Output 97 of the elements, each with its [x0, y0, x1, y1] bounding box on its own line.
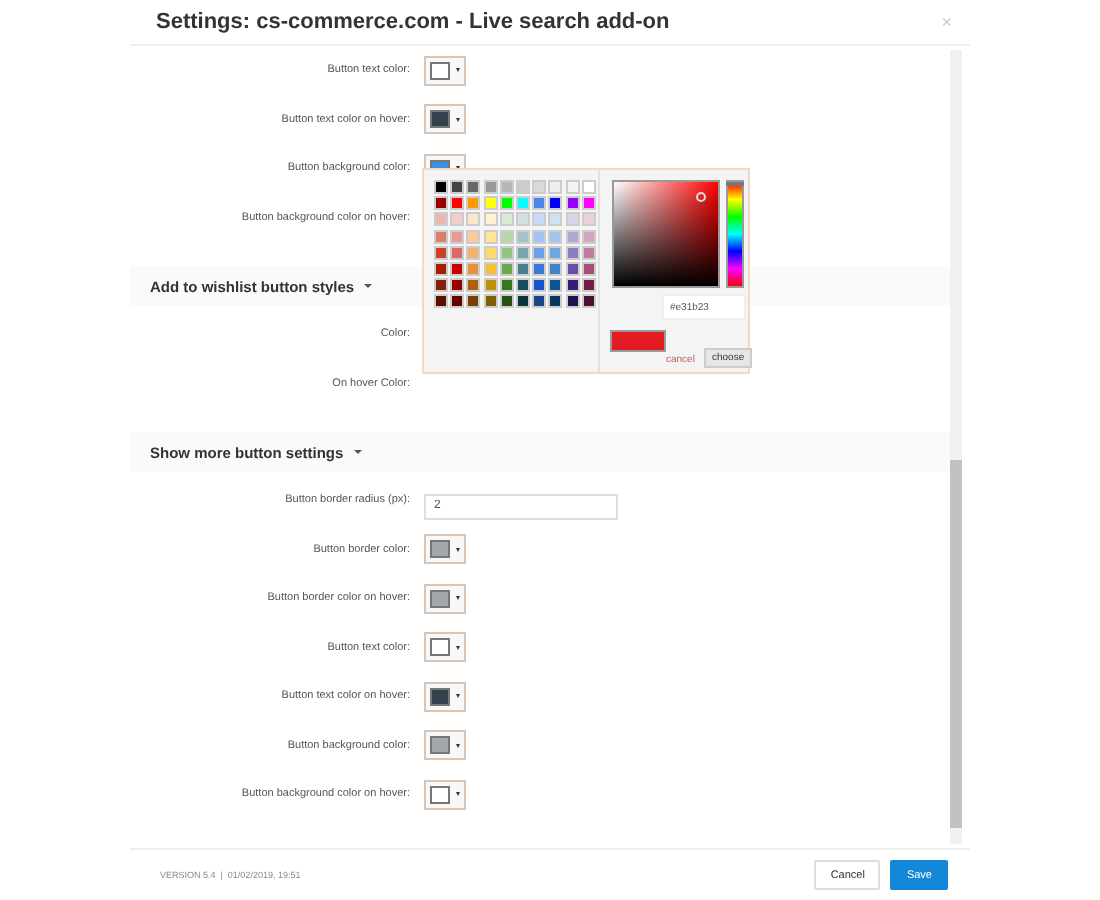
palette-swatch[interactable] [499, 229, 514, 244]
scrollbar[interactable] [950, 50, 962, 844]
palette-swatch[interactable] [434, 294, 448, 309]
palette-swatch[interactable] [581, 196, 596, 211]
palette-swatch[interactable] [565, 196, 579, 211]
palette-swatch[interactable] [515, 196, 530, 211]
palette-swatch[interactable] [434, 278, 448, 293]
palette-swatch[interactable] [466, 294, 481, 309]
hue-handle[interactable] [726, 182, 744, 186]
palette-swatch[interactable] [499, 180, 514, 194]
palette-swatch[interactable] [548, 229, 563, 244]
palette-swatch[interactable] [499, 278, 514, 293]
palette-swatch[interactable] [515, 245, 530, 260]
picker-handle[interactable] [696, 192, 706, 202]
palette-swatch[interactable] [515, 229, 530, 244]
palette-swatch[interactable] [581, 294, 596, 309]
palette-swatch[interactable] [466, 180, 481, 194]
palette-swatch[interactable] [548, 180, 563, 194]
window-title: Settings: cs-commerce.com - Live search add-on [156, 10, 670, 34]
palette-swatch[interactable] [499, 245, 514, 260]
palette-swatch[interactable] [499, 196, 514, 211]
palette-swatch[interactable] [499, 294, 514, 309]
palette-swatch[interactable] [515, 278, 530, 293]
color-picker-button[interactable] [424, 55, 466, 86]
palette-swatch[interactable] [565, 229, 579, 244]
palette-swatch[interactable] [565, 245, 579, 260]
palette-swatch[interactable] [565, 278, 579, 293]
color-picker-button[interactable] [424, 730, 466, 761]
palette-swatch[interactable] [450, 261, 465, 276]
palette-swatch[interactable] [434, 229, 448, 244]
palette-swatch[interactable] [515, 212, 530, 227]
color-picker-button[interactable] [424, 779, 466, 810]
palette-swatch[interactable] [434, 261, 448, 276]
color-picker-button[interactable] [424, 104, 466, 135]
palette-swatch[interactable] [532, 196, 547, 211]
palette-swatch[interactable] [548, 294, 563, 309]
palette-swatch[interactable] [532, 180, 547, 194]
palette-swatch[interactable] [565, 261, 579, 276]
palette-swatch[interactable] [450, 278, 465, 293]
palette-swatch[interactable] [548, 278, 563, 293]
palette-swatch[interactable] [581, 229, 596, 244]
palette-swatch[interactable] [450, 245, 465, 260]
palette-swatch[interactable] [450, 229, 465, 244]
palette-swatch[interactable] [548, 196, 563, 211]
palette-swatch[interactable] [581, 212, 596, 227]
palette-swatch[interactable] [581, 245, 596, 260]
palette-swatch[interactable] [532, 278, 547, 293]
palette-swatch[interactable] [581, 261, 596, 276]
color-picker-button[interactable] [424, 681, 466, 712]
palette-swatch[interactable] [466, 229, 481, 244]
saturation-area[interactable] [612, 180, 720, 288]
palette-swatch[interactable] [434, 180, 448, 194]
color-picker-button[interactable] [424, 534, 466, 565]
palette-swatch[interactable] [532, 294, 547, 309]
palette-swatch[interactable] [565, 294, 579, 309]
palette-swatch[interactable] [483, 212, 498, 227]
palette-swatch[interactable] [466, 261, 481, 276]
palette-swatch[interactable] [499, 261, 514, 276]
palette-swatch[interactable] [565, 212, 579, 227]
palette-swatch[interactable] [483, 229, 498, 244]
palette-swatch[interactable] [499, 212, 514, 227]
palette-swatch[interactable] [466, 196, 481, 211]
palette-swatch[interactable] [483, 278, 498, 293]
palette-swatch[interactable] [532, 261, 547, 276]
palette-swatch[interactable] [466, 278, 481, 293]
palette-swatch[interactable] [483, 261, 498, 276]
palette-swatch[interactable] [450, 196, 465, 211]
palette-swatch[interactable] [483, 294, 498, 309]
palette-swatch[interactable] [483, 196, 498, 211]
color-picker-button[interactable] [424, 583, 466, 614]
caret-icon [364, 284, 373, 288]
palette-swatch[interactable] [450, 212, 465, 227]
palette-swatch[interactable] [532, 229, 547, 244]
palette-swatch[interactable] [466, 212, 481, 227]
palette-swatch[interactable] [565, 180, 579, 194]
palette-swatch[interactable] [548, 261, 563, 276]
palette-swatch[interactable] [532, 245, 547, 260]
palette-swatch[interactable] [581, 278, 596, 293]
palette-swatch[interactable] [581, 180, 596, 194]
palette-swatch[interactable] [515, 294, 530, 309]
palette-swatch[interactable] [466, 245, 481, 260]
palette-swatch[interactable] [483, 180, 498, 194]
color-picker-button[interactable] [424, 632, 466, 663]
palette-swatch[interactable] [450, 180, 465, 194]
caret-icon [353, 450, 362, 454]
palette-swatch[interactable] [434, 212, 448, 227]
palette-swatch[interactable] [483, 245, 498, 260]
palette-swatch[interactable] [548, 212, 563, 227]
palette-swatch[interactable] [450, 294, 465, 309]
palette-swatch[interactable] [532, 212, 547, 227]
palette-swatch[interactable] [515, 180, 530, 194]
palette-swatch[interactable] [548, 245, 563, 260]
palette-swatch[interactable] [434, 196, 448, 211]
color-preview [610, 330, 666, 352]
hue-slider[interactable] [726, 180, 744, 288]
palette-swatch[interactable] [434, 245, 448, 260]
palette-swatch[interactable] [515, 261, 530, 276]
